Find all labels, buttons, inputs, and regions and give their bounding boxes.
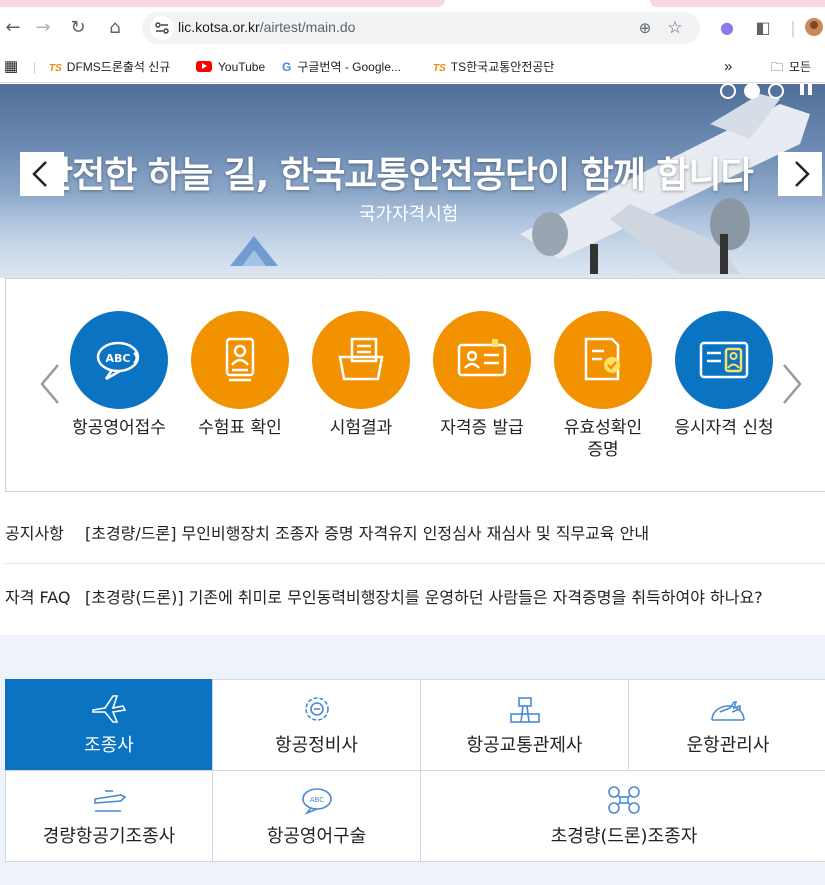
forward-icon[interactable]: → (32, 17, 54, 39)
abc-chat-icon: ABC (70, 311, 168, 409)
category-flight-dispatcher[interactable]: 운항관리사 (628, 679, 825, 771)
browser-tab[interactable] (0, 0, 445, 7)
notice-category: 공지사항 (5, 524, 64, 543)
quick-item-english-registration[interactable]: ABC 항공영어접수 (59, 311, 179, 439)
tab-strip (0, 0, 825, 7)
category-aviation-english-oral[interactable]: ABC 항공영어구술 (212, 770, 421, 862)
category-label: 항공교통관제사 (466, 735, 583, 756)
quick-item-label: 수험표 확인 (198, 418, 282, 438)
doc-check-icon (554, 311, 652, 409)
id-badge-icon (191, 311, 289, 409)
slide-indicators (720, 84, 792, 99)
extension-icon[interactable]: ● (716, 17, 738, 39)
quick-item-label: 항공영어접수 (72, 418, 166, 438)
flight-dispatch-icon (711, 701, 745, 721)
home-icon[interactable]: ⌂ (104, 17, 126, 39)
hero-banner: 안전한 하늘 길, 한국교통안전공단이 함께 합니다 국가자격시험 (0, 84, 825, 278)
site-info-icon[interactable] (150, 16, 174, 40)
folder-icon: 🗀 (771, 60, 784, 74)
faq-category: 자격 FAQ (5, 588, 71, 607)
reload-icon[interactable]: ↻ (67, 17, 89, 39)
bookmark-youtube[interactable]: YouTube (196, 58, 265, 76)
quick-item-label: 유효성확인 증명 (563, 418, 643, 460)
quick-item-validity-certificate[interactable]: 유효성확인 증명 (543, 311, 663, 461)
bookmark-star-icon[interactable]: ☆ (664, 17, 686, 39)
all-bookmarks[interactable]: 🗀 모든 (771, 58, 811, 76)
bookmark-dfms[interactable]: TS DFMS드론출석 신규 (49, 58, 170, 76)
svg-text:ABC: ABC (106, 352, 131, 365)
quick-item-label: 자격증 발급 (440, 418, 524, 438)
address-bar[interactable]: lic.kotsa.or.kr/airtest/main.do ⊕ ☆ (142, 12, 700, 44)
quick-item-eligibility-application[interactable]: 응시자격 신청 (664, 311, 784, 439)
control-tower-icon (509, 697, 540, 723)
bookmark-kotsa[interactable]: TS TS한국교통안전공단 (433, 58, 554, 76)
pause-icon[interactable] (800, 84, 816, 95)
quick-item-label: 응시자격 신청 (674, 418, 774, 438)
notice-row[interactable]: 공지사항 [초경량/드론] 무인비행장치 조종자 증명 자격유지 인정심사 재심사… (5, 520, 649, 550)
gear-icon (304, 697, 329, 721)
logo-mark-icon (230, 236, 278, 266)
airplane-icon (92, 695, 127, 723)
browser-tab[interactable] (650, 0, 825, 7)
category-label: 항공정비사 (275, 735, 358, 756)
faq-row[interactable]: 자격 FAQ [초경량(드론)] 기존에 취미로 무인동력비행장치를 운영하던 사… (5, 584, 763, 614)
faq-title[interactable]: [초경량(드론)] 기존에 취미로 무인동력비행장치를 운영하던 사람들은 자격… (85, 588, 763, 607)
back-icon[interactable]: ← (2, 17, 24, 39)
quick-item-label: 시험결과 (329, 418, 393, 438)
light-aircraft-icon (94, 790, 127, 812)
id-card-check-icon (675, 311, 773, 409)
bookmarks-bar: ▦ | TS DFMS드론출석 신규 YouTube G 구글번역 - Google… (0, 49, 825, 83)
toolbar-divider: | (790, 18, 796, 37)
puzzle-icon[interactable]: ◧ (752, 17, 774, 39)
category-light-aircraft-pilot[interactable]: 경량항공기조종사 (5, 770, 213, 862)
bookmarks-divider: | (33, 60, 37, 74)
category-pilot[interactable]: 조종사 (5, 679, 213, 771)
category-drone-operator[interactable]: 초경량(드론)조종자 (420, 770, 825, 862)
abc-speech-icon: ABC (301, 788, 332, 815)
category-air-traffic-controller[interactable]: 항공교통관제사 (420, 679, 629, 771)
profile-avatar-icon[interactable] (803, 17, 825, 39)
hero-subtitle: 국가자격시험 (359, 204, 459, 225)
apps-grid-icon[interactable]: ▦ (4, 58, 18, 76)
category-label: 조종사 (84, 735, 134, 756)
category-mechanic[interactable]: 항공정비사 (212, 679, 421, 771)
youtube-icon (196, 61, 212, 72)
bookmark-google-translate[interactable]: G 구글번역 - Google... (282, 58, 401, 76)
browser-toolbar: ← → ↻ ⌂ lic.kotsa.or.kr/airtest/main.do … (0, 7, 825, 49)
quick-item-admission-ticket[interactable]: 수험표 확인 (180, 311, 300, 439)
category-label: 초경량(드론)조종자 (550, 826, 698, 847)
id-card-icon (433, 311, 531, 409)
category-label: 항공영어구술 (266, 826, 367, 847)
google-icon: G (282, 60, 292, 74)
svg-text:ABC: ABC (309, 796, 323, 804)
notice-divider (5, 563, 825, 564)
drone-icon (608, 786, 640, 814)
hero-title: 안전한 하늘 길, 한국교통안전공단이 함께 합니다 (40, 155, 754, 196)
quick-item-test-results[interactable]: 시험결과 (301, 311, 421, 439)
more-bookmarks[interactable]: » (724, 58, 732, 76)
hero-next-button[interactable] (778, 152, 822, 196)
notice-title[interactable]: [초경량/드론] 무인비행장치 조종자 증명 자격유지 인정심사 재심사 및 직… (85, 524, 649, 543)
folder-docs-icon (312, 311, 410, 409)
quick-menu: ABC 항공영어접수 수험표 확인 시험결과 자격증 발급 유효성확인 증명 응… (5, 278, 825, 492)
hero-prev-button[interactable] (20, 152, 64, 196)
url-text: lic.kotsa.or.kr/airtest/main.do (178, 19, 356, 35)
category-label: 경량항공기조종사 (42, 826, 176, 847)
zoom-icon[interactable]: ⊕ (634, 17, 656, 39)
license-category-section: 조종사 항공정비사 항공교통관제사 운항관리사 경량항공기조종사 ABC 항공영… (0, 635, 825, 885)
category-label: 운항관리사 (686, 735, 770, 756)
quick-item-license-issue[interactable]: 자격증 발급 (422, 311, 542, 439)
